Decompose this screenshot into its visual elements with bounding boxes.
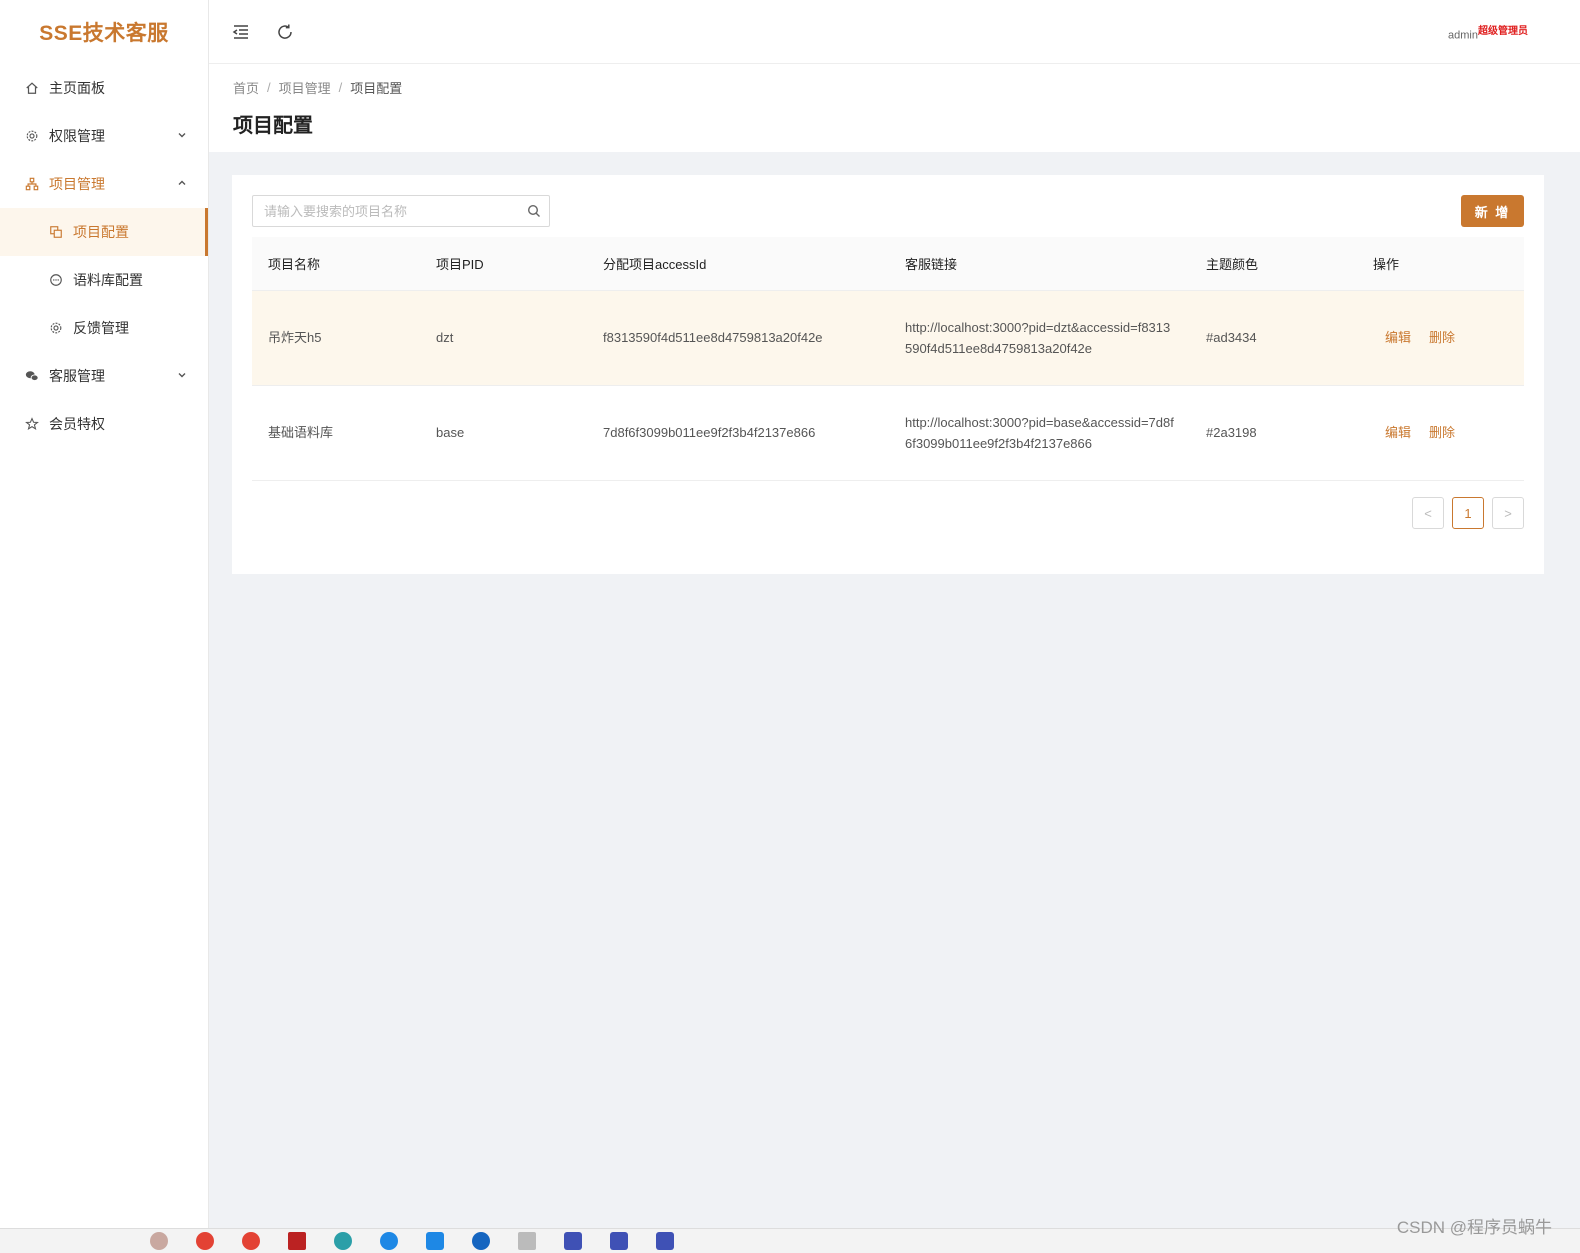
menu-fold-icon[interactable]: [229, 20, 253, 44]
column-header[interactable]: 主题颜色: [1190, 237, 1357, 291]
column-header[interactable]: 操作: [1357, 237, 1524, 291]
breadcrumb-separator: /: [338, 80, 343, 95]
app-icon[interactable]: [610, 1232, 628, 1250]
sidebar-item-label: 语料库配置: [73, 272, 143, 288]
page-button-current[interactable]: 1: [1452, 497, 1484, 529]
cell-pid: dzt: [420, 290, 587, 386]
project-table: 项目名称 项目PID 分配项目accessId 客服链接 主题颜色 操作 吊炸天…: [252, 237, 1524, 481]
cell-actions: 编辑 删除: [1357, 290, 1524, 386]
edit-button[interactable]: 编辑: [1385, 425, 1411, 440]
edit-button[interactable]: 编辑: [1385, 330, 1411, 345]
refresh-icon[interactable]: [273, 20, 297, 44]
sidebar: SSE技术客服 主页面板 权限管理 项目管理 项目配置 语料库配置 反馈管理 客…: [0, 0, 209, 1228]
watermark: CSDN @程序员蜗牛: [1396, 1218, 1552, 1237]
page-title: 项目配置: [233, 115, 313, 137]
sidebar-item-customer-service[interactable]: 客服管理: [0, 352, 208, 400]
cell-name: 吊炸天h5: [252, 290, 420, 386]
copy-icon: [48, 224, 64, 240]
os-taskbar: [0, 1228, 1580, 1253]
table-row[interactable]: 吊炸天h5 dzt f8313590f4d511ee8d4759813a20f4…: [252, 290, 1524, 386]
sidebar-item-label: 反馈管理: [73, 320, 129, 336]
sidebar-item-membership[interactable]: 会员特权: [0, 400, 208, 448]
sidebar-item-permissions[interactable]: 权限管理: [0, 112, 208, 160]
cell-accessid: f8313590f4d511ee8d4759813a20f42e: [587, 290, 889, 386]
breadcrumb-home[interactable]: 首页: [233, 78, 259, 97]
sidebar-item-label: 项目管理: [49, 176, 105, 192]
sidebar-item-label: 项目配置: [73, 224, 129, 240]
breadcrumb-current: 项目配置: [350, 81, 403, 96]
app-icon[interactable]: [288, 1232, 306, 1250]
page-header: 首页 / 项目管理 / 项目配置 项目配置: [209, 64, 1580, 152]
username: admin: [1448, 29, 1478, 42]
home-icon: [24, 80, 40, 96]
content-card: 新 增 项目名称 项目PID 分配项目accessId 客服链接 主题颜色 操作…: [232, 175, 1544, 574]
chrome-icon[interactable]: [196, 1232, 214, 1250]
search-box: [252, 195, 550, 227]
table-header-row: 项目名称 项目PID 分配项目accessId 客服链接 主题颜色 操作: [252, 237, 1524, 291]
delete-button[interactable]: 删除: [1429, 330, 1455, 345]
cell-color: #ad3434: [1190, 290, 1357, 386]
sidebar-item-feedback[interactable]: 反馈管理: [0, 304, 208, 352]
gear-icon: [24, 128, 40, 144]
search-icon[interactable]: [519, 204, 549, 218]
sidebar-item-label: 主页面板: [49, 80, 105, 96]
column-header[interactable]: 客服链接: [889, 237, 1190, 291]
chevron-up-icon: [178, 180, 186, 185]
sidebar-item-label: 客服管理: [49, 368, 105, 384]
app-icon[interactable]: [564, 1232, 582, 1250]
cell-link: http://localhost:3000?pid=dzt&accessid=f…: [889, 290, 1190, 386]
app-icon[interactable]: [472, 1232, 490, 1250]
org-icon: [24, 176, 40, 192]
app-icon[interactable]: [334, 1232, 352, 1250]
breadcrumb-parent[interactable]: 项目管理: [279, 78, 331, 97]
wechat-icon: [24, 368, 40, 384]
cell-color: #2a3198: [1190, 385, 1357, 481]
app-icon[interactable]: [426, 1232, 444, 1250]
sidebar-item-corpus-config[interactable]: 语料库配置: [0, 256, 208, 304]
prev-page-button[interactable]: <: [1412, 497, 1444, 529]
table-row[interactable]: 基础语料库 base 7d8f6f3099b011ee9f2f3b4f2137e…: [252, 385, 1524, 481]
avatar[interactable]: [150, 1232, 168, 1250]
app-logo: SSE技术客服: [39, 22, 169, 45]
breadcrumb-separator: /: [267, 80, 271, 95]
sidebar-item-dashboard[interactable]: 主页面板: [0, 64, 208, 112]
top-header: admin超级管理员: [209, 0, 1580, 64]
cell-link: http://localhost:3000?pid=base&accessid=…: [889, 385, 1190, 481]
sidebar-item-label: 会员特权: [49, 416, 105, 432]
column-header[interactable]: 项目名称: [252, 237, 420, 291]
app-icon[interactable]: [380, 1232, 398, 1250]
search-input[interactable]: [253, 196, 519, 226]
app-icon[interactable]: [518, 1232, 536, 1250]
chevron-down-icon: [178, 133, 186, 138]
star-icon: [24, 416, 40, 432]
breadcrumb: 首页 / 项目管理 / 项目配置: [233, 78, 1556, 97]
chevron-down-icon: [178, 373, 186, 378]
user-info[interactable]: admin超级管理员: [1448, 22, 1528, 42]
chat-icon: [48, 272, 64, 288]
column-header[interactable]: 项目PID: [420, 237, 587, 291]
user-role-badge: 超级管理员: [1478, 26, 1528, 37]
cell-accessid: 7d8f6f3099b011ee9f2f3b4f2137e866: [587, 385, 889, 481]
sidebar-item-label: 权限管理: [49, 128, 105, 144]
sidebar-item-project-config[interactable]: 项目配置: [0, 208, 208, 256]
chrome-icon[interactable]: [242, 1232, 260, 1250]
pagination: < 1 >: [1412, 497, 1524, 529]
gear-icon: [48, 320, 64, 336]
cell-name: 基础语料库: [252, 385, 420, 481]
add-button[interactable]: 新 增: [1461, 195, 1524, 227]
app-icon[interactable]: [656, 1232, 674, 1250]
delete-button[interactable]: 删除: [1429, 425, 1455, 440]
cell-pid: base: [420, 385, 587, 481]
next-page-button[interactable]: >: [1492, 497, 1524, 529]
sidebar-item-projects[interactable]: 项目管理: [0, 160, 208, 208]
cell-actions: 编辑 删除: [1357, 385, 1524, 481]
column-header[interactable]: 分配项目accessId: [587, 237, 889, 291]
